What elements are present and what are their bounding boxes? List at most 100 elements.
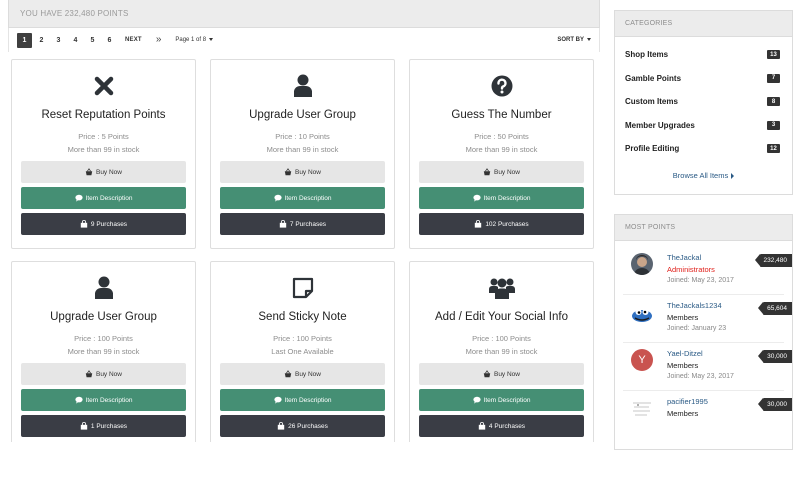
- buy-now-label: Buy Now: [294, 168, 321, 176]
- purchases-button[interactable]: 1 Purchases: [21, 415, 186, 437]
- category-label: Custom Items: [625, 97, 678, 107]
- page-of-dropdown[interactable]: Page 1 of 8: [175, 37, 214, 43]
- shop-item-card: Upgrade User Group Price : 100 Points Mo…: [11, 261, 196, 442]
- item-price: Price : 50 Points: [474, 132, 529, 141]
- purchases-button[interactable]: 9 Purchases: [21, 213, 186, 235]
- page-1-button[interactable]: 1: [17, 32, 32, 48]
- item-description-button[interactable]: Item Description: [419, 389, 584, 411]
- buy-now-label: Buy Now: [493, 168, 520, 176]
- item-description-button[interactable]: Item Description: [220, 389, 385, 411]
- comment-icon: [472, 396, 481, 404]
- category-member-upgrades[interactable]: Member Upgrades 3: [615, 114, 792, 138]
- shop-main: YOU HAVE 232,480 POINTS 1 2 3 4 5 6 NEXT…: [8, 0, 600, 442]
- category-label: Profile Editing: [625, 144, 680, 154]
- buy-now-button[interactable]: Buy Now: [220, 161, 385, 183]
- shop-item-card: Reset Reputation Points Price : 5 Points…: [11, 59, 196, 249]
- leaderboard-member: TheJackal Administrators Joined: May 23,…: [623, 247, 792, 295]
- next-page-button[interactable]: NEXT: [125, 37, 142, 43]
- buy-now-button[interactable]: Buy Now: [21, 363, 186, 385]
- category-count-badge: 12: [767, 144, 780, 154]
- purchases-label: 7 Purchases: [289, 220, 327, 228]
- buy-now-label: Buy Now: [493, 370, 520, 378]
- page-of-label: Page 1 of 8: [175, 37, 207, 43]
- basket-icon: [483, 168, 491, 176]
- item-price: Price : 5 Points: [78, 132, 129, 141]
- question-icon: [410, 72, 593, 100]
- page-3-button[interactable]: 3: [51, 33, 66, 48]
- page-6-button[interactable]: 6: [102, 33, 117, 48]
- close-icon: [12, 72, 195, 100]
- sketch-avatar-icon[interactable]: [631, 397, 653, 419]
- purchases-button[interactable]: 26 Purchases: [220, 415, 385, 437]
- category-label: Gamble Points: [625, 73, 682, 83]
- purchases-label: 102 Purchases: [485, 220, 529, 228]
- buy-now-button[interactable]: Buy Now: [419, 161, 584, 183]
- purchases-button[interactable]: 7 Purchases: [220, 213, 385, 235]
- item-title: Send Sticky Note: [258, 311, 347, 323]
- item-title: Reset Reputation Points: [41, 109, 166, 121]
- photo-avatar-icon[interactable]: [631, 253, 653, 275]
- category-shop-items[interactable]: Shop Items 13: [615, 43, 792, 67]
- browse-all-items-link[interactable]: Browse All Items: [615, 171, 792, 194]
- member-joined-date: Joined: May 23, 2017: [667, 373, 734, 380]
- item-description-button[interactable]: Item Description: [220, 187, 385, 209]
- purchases-label: 1 Purchases: [90, 422, 128, 430]
- item-title: Upgrade User Group: [50, 311, 157, 323]
- sort-by-dropdown[interactable]: SORT BY: [557, 37, 591, 43]
- shop-item-card: Add / Edit Your Social Info Price : 100 …: [409, 261, 594, 442]
- leaderboard-member: TheJackals1234 Members Joined: January 2…: [623, 295, 792, 343]
- purchases-button[interactable]: 4 Purchases: [419, 415, 584, 437]
- shopping-bag-icon: [80, 422, 88, 430]
- category-gamble-points[interactable]: Gamble Points 7: [615, 67, 792, 91]
- double-chevron-right-icon[interactable]: »: [156, 35, 162, 45]
- item-price: Price : 100 Points: [472, 334, 531, 343]
- item-description-button[interactable]: Item Description: [21, 187, 186, 209]
- categories-heading: CATEGORIES: [615, 11, 792, 37]
- item-stock: More than 99 in stock: [67, 145, 140, 154]
- buy-now-button[interactable]: Buy Now: [419, 363, 584, 385]
- purchases-button[interactable]: 102 Purchases: [419, 213, 584, 235]
- users-icon: [410, 274, 593, 302]
- buy-now-button[interactable]: Buy Now: [220, 363, 385, 385]
- category-profile-editing[interactable]: Profile Editing 12: [615, 137, 792, 161]
- pagination-bar: 1 2 3 4 5 6 NEXT » Page 1 of 8 SORT BY: [8, 28, 600, 52]
- caret-right-icon: [731, 172, 735, 179]
- cookie-monster-avatar-icon[interactable]: [631, 301, 653, 323]
- leaderboard-member: pacifier1995 Members 30,000: [623, 391, 792, 439]
- item-description-button[interactable]: Item Description: [419, 187, 584, 209]
- shopping-bag-icon: [279, 220, 287, 228]
- comment-icon: [74, 194, 83, 202]
- comment-icon: [472, 194, 481, 202]
- member-points-badge: 232,480: [754, 254, 792, 267]
- shopping-bag-icon: [80, 220, 88, 228]
- caret-down-icon: [209, 37, 214, 41]
- basket-icon: [483, 370, 491, 378]
- leaderboard-member: Y Yael-Ditzel Members Joined: May 23, 20…: [623, 343, 792, 391]
- item-description-label: Item Description: [85, 194, 133, 202]
- buy-now-label: Buy Now: [95, 168, 122, 176]
- category-custom-items[interactable]: Custom Items 8: [615, 90, 792, 114]
- browse-all-label: Browse All Items: [672, 170, 729, 180]
- item-price: Price : 100 Points: [74, 334, 133, 343]
- page-5-button[interactable]: 5: [85, 33, 100, 48]
- item-stock: More than 99 in stock: [67, 347, 140, 356]
- page-2-button[interactable]: 2: [34, 33, 49, 48]
- item-price: Price : 100 Points: [273, 334, 332, 343]
- page-4-button[interactable]: 4: [68, 33, 83, 48]
- shop-item-card: Upgrade User Group Price : 10 Points Mor…: [210, 59, 395, 249]
- user-icon: [211, 72, 394, 100]
- buy-now-button[interactable]: Buy Now: [21, 161, 186, 183]
- item-description-label: Item Description: [483, 396, 531, 404]
- letter-avatar-icon[interactable]: Y: [631, 349, 653, 371]
- member-points-badge: 30,000: [758, 398, 792, 411]
- item-description-button[interactable]: Item Description: [21, 389, 186, 411]
- basket-icon: [284, 168, 292, 176]
- buy-now-label: Buy Now: [95, 370, 122, 378]
- points-bar: YOU HAVE 232,480 POINTS: [8, 0, 600, 28]
- item-description-label: Item Description: [483, 194, 531, 202]
- shopping-bag-icon: [277, 422, 285, 430]
- basket-icon: [284, 370, 292, 378]
- basket-icon: [85, 168, 93, 176]
- item-title: Add / Edit Your Social Info: [435, 311, 568, 323]
- most-points-heading: MOST POINTS: [615, 215, 792, 241]
